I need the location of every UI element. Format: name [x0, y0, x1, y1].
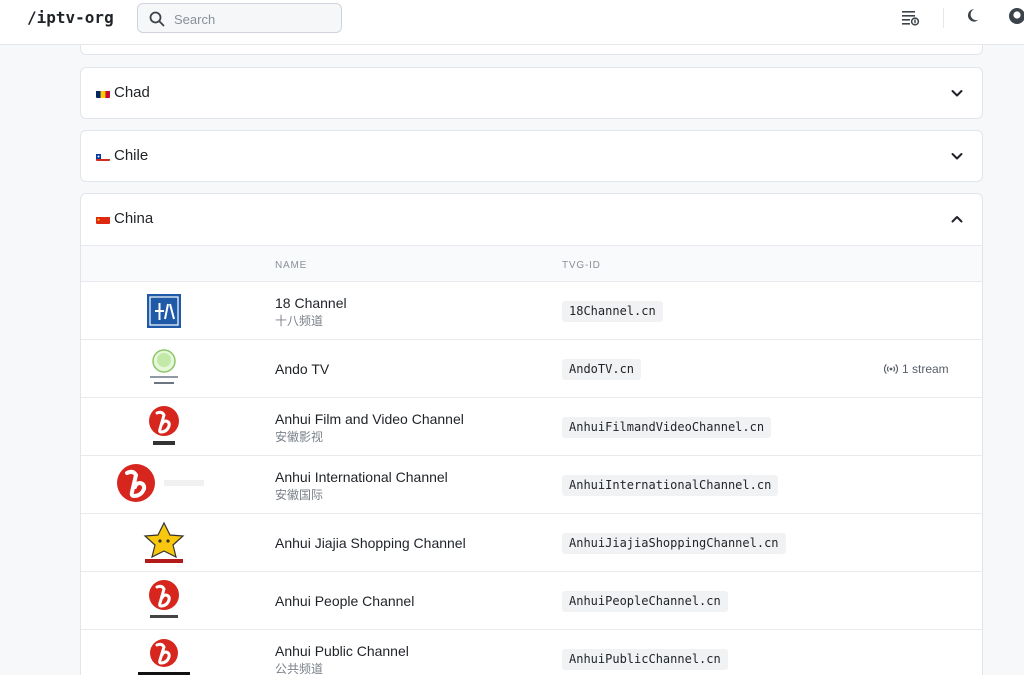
- tvg-id: 18Channel.cn: [562, 301, 663, 322]
- country-panel-chile: Chile: [80, 130, 983, 182]
- table-row[interactable]: Anhui International Channel 安徽国际 AnhuiIn…: [81, 456, 982, 514]
- country-panel-china: China NAME TVG-ID 18 Channel 十八频道 18Chan…: [80, 193, 983, 675]
- channel-name[interactable]: Anhui International Channel: [275, 469, 448, 486]
- country-panel-chad: Chad: [80, 67, 983, 119]
- chevron-down-icon: [951, 90, 963, 97]
- tvg-id: AndoTV.cn: [562, 359, 642, 380]
- channel-name[interactable]: Anhui Film and Video Channel: [275, 411, 464, 428]
- channel-logo: [111, 460, 216, 510]
- channel-name[interactable]: Ando TV: [275, 361, 329, 378]
- chevron-up-icon: [951, 216, 963, 223]
- search-box[interactable]: [137, 3, 342, 33]
- channel-alt-name: 安徽影视: [275, 430, 324, 444]
- stream-count: 1 stream: [902, 362, 949, 376]
- top-bar: /iptv-org: [0, 0, 1024, 45]
- table-row[interactable]: Anhui Public Channel 公共频道 AnhuiPublicCha…: [81, 630, 982, 675]
- country-name: China: [114, 210, 154, 227]
- table-row[interactable]: Anhui People Channel AnhuiPeopleChannel.…: [81, 572, 982, 630]
- chad-flag-icon: [96, 88, 110, 98]
- channel-logo: [111, 518, 216, 568]
- tvg-id: AnhuiPeopleChannel.cn: [562, 591, 728, 612]
- channel-logo: [111, 576, 216, 626]
- channel-alt-name: 安徽国际: [275, 488, 324, 502]
- country-header-china[interactable]: China: [81, 194, 982, 244]
- anhui-film-logo-icon: [148, 406, 179, 445]
- site-logo[interactable]: /iptv-org: [27, 8, 114, 28]
- table-row[interactable]: Anhui Film and Video Channel 安徽影视 AnhuiF…: [81, 398, 982, 456]
- channel-name[interactable]: Anhui People Channel: [275, 593, 414, 610]
- channel-name[interactable]: Anhui Jiajia Shopping Channel: [275, 535, 466, 552]
- tvg-id: AnhuiJiajiaShoppingChannel.cn: [562, 533, 786, 554]
- channel-alt-name: 公共频道: [275, 662, 324, 675]
- column-header-tvg-id: TVG-ID: [562, 260, 601, 271]
- table-header: NAME TVG-ID: [81, 245, 982, 282]
- country-name: Chad: [114, 84, 150, 101]
- chile-flag-icon: [96, 151, 110, 161]
- stream-count-link[interactable]: 1 stream: [883, 361, 949, 377]
- tvg-id: AnhuiFilmandVideoChannel.cn: [562, 417, 772, 438]
- github-icon: [1009, 8, 1024, 24]
- channel-name[interactable]: Anhui Public Channel: [275, 643, 409, 660]
- chevron-down-icon: [951, 153, 963, 160]
- github-button[interactable]: [1008, 7, 1024, 29]
- ando-tv-logo-icon: [149, 349, 178, 384]
- search-input[interactable]: [174, 9, 334, 29]
- table-row[interactable]: Ando TV AndoTV.cn 1 stream: [81, 340, 982, 398]
- moon-icon: [967, 9, 979, 22]
- channel-logo: [111, 344, 216, 394]
- country-name: Chile: [114, 147, 149, 164]
- broadcast-icon: [883, 363, 899, 375]
- country-header-chile[interactable]: Chile: [81, 131, 982, 181]
- channel-logo: [111, 286, 216, 336]
- header-divider: [943, 8, 944, 28]
- anhui-international-logo-icon: [116, 464, 204, 502]
- channel-alt-name: 十八频道: [275, 314, 324, 328]
- channel-logo: [111, 402, 216, 452]
- column-header-name: NAME: [275, 260, 308, 271]
- table-row[interactable]: Anhui Jiajia Shopping Channel AnhuiJiaji…: [81, 514, 982, 572]
- jiajia-shopping-logo-icon: [143, 521, 184, 563]
- channel-logo: [111, 634, 216, 675]
- china-flag-icon: [96, 214, 110, 224]
- theme-toggle-button[interactable]: [966, 7, 988, 29]
- anhui-people-logo-icon: [148, 580, 179, 618]
- playlist-button[interactable]: [900, 7, 922, 29]
- channel-name[interactable]: 18 Channel: [275, 295, 347, 312]
- 18-channel-logo-icon: [146, 294, 181, 328]
- table-row[interactable]: 18 Channel 十八频道 18Channel.cn: [81, 282, 982, 340]
- tvg-id: AnhuiPublicChannel.cn: [562, 649, 728, 670]
- tvg-id: AnhuiInternationalChannel.cn: [562, 475, 779, 496]
- playlist-icon: [902, 11, 920, 26]
- search-icon: [149, 11, 165, 27]
- country-header-chad[interactable]: Chad: [81, 68, 982, 118]
- anhui-public-logo-icon: [137, 639, 190, 675]
